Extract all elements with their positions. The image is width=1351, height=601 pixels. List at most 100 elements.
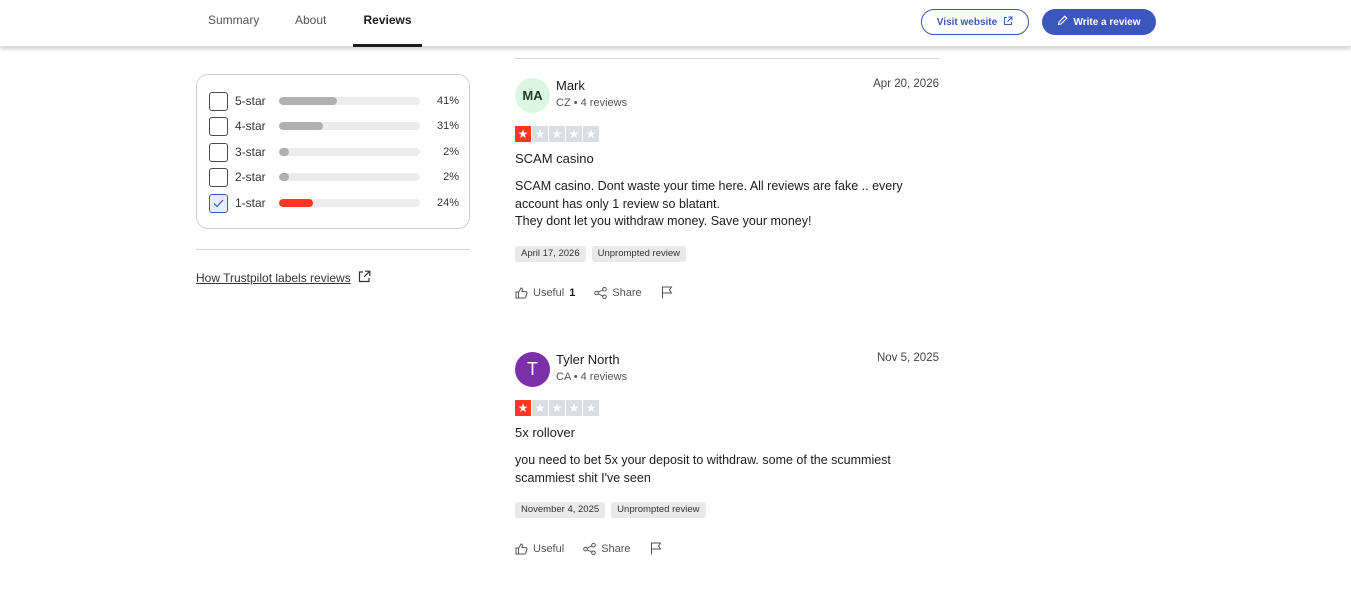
distribution-bar [279, 122, 420, 130]
top-nav-bar: Summary About Reviews Visit website Writ… [0, 0, 1351, 47]
checkbox-4-star[interactable] [209, 116, 228, 136]
unprompted-review-badge[interactable]: Unprompted review [591, 246, 686, 262]
star-rating: ★ ★ ★ ★ ★ [515, 400, 599, 416]
avatar[interactable]: T [515, 352, 550, 387]
star-rating: ★ ★ ★ ★ ★ [515, 126, 599, 142]
review-date: Apr 20, 2026 [873, 78, 939, 90]
bar-fill [279, 148, 289, 156]
write-review-label: Write a review [1073, 16, 1141, 28]
filter-row-4-star[interactable]: 4-star 31% [209, 116, 459, 136]
filter-percent: 31% [436, 120, 459, 132]
filter-label: 1-star [235, 196, 266, 210]
experience-date-badge: April 17, 2026 [515, 246, 586, 262]
checkbox-1-star[interactable] [209, 193, 228, 213]
avatar[interactable]: MA [515, 78, 550, 113]
bar-fill [279, 173, 289, 181]
checkmark-icon [213, 199, 224, 207]
divider [196, 249, 470, 250]
divider [515, 58, 939, 59]
filter-row-2-star[interactable]: 2-star 2% [209, 167, 459, 187]
share-label: Share [601, 542, 631, 555]
review-card: MA Mark CZ • 4 reviews Apr 20, 2026 ★ ★ … [515, 78, 939, 308]
report-button[interactable] [650, 542, 662, 555]
thumbs-up-icon [515, 542, 528, 554]
experience-date-badge: November 4, 2025 [515, 502, 606, 518]
bar-fill [279, 122, 323, 130]
review-body: SCAM casino. Dont waste your time here. … [515, 178, 935, 231]
how-labels-link-text: How Trustpilot labels reviews [196, 271, 351, 285]
review-body-line: you need to bet 5x your deposit to withd… [515, 453, 891, 485]
share-label: Share [612, 286, 642, 299]
filter-label: 3-star [235, 145, 266, 159]
bar-fill [279, 199, 313, 207]
share-icon [594, 286, 608, 299]
filter-row-5-star[interactable]: 5-star 41% [209, 91, 459, 111]
review-card: T Tyler North CA • 4 reviews Nov 5, 2025… [515, 352, 939, 567]
tab-about[interactable]: About [295, 0, 326, 47]
useful-label: Useful [533, 542, 565, 555]
share-button[interactable]: Share [594, 286, 642, 299]
report-button[interactable] [661, 286, 673, 299]
filter-row-1-star[interactable]: 1-star 24% [209, 193, 459, 213]
review-title[interactable]: SCAM casino [515, 151, 594, 166]
star-icon: ★ [566, 126, 582, 142]
useful-label: Useful [533, 286, 565, 299]
star-icon: ★ [532, 126, 548, 142]
pencil-icon [1057, 15, 1069, 29]
write-review-button[interactable]: Write a review [1042, 9, 1156, 35]
useful-count: 1 [569, 286, 576, 299]
flag-icon [661, 286, 673, 299]
useful-button[interactable]: Useful [515, 543, 564, 555]
filter-row-3-star[interactable]: 3-star 2% [209, 142, 459, 162]
review-actions: Useful 1 Share [515, 286, 692, 299]
star-filter-card: 5-star 41% 4-star 31% 3-star 2% 2-star 2… [196, 74, 470, 229]
filter-percent: 2% [443, 146, 459, 158]
review-date: Nov 5, 2025 [876, 352, 939, 364]
filter-label: 5-star [235, 94, 266, 108]
checkbox-5-star[interactable] [209, 91, 228, 111]
filter-label: 4-star [235, 119, 266, 133]
unprompted-review-badge[interactable]: Unprompted review [611, 502, 706, 518]
star-icon: ★ [583, 126, 599, 142]
distribution-bar [279, 199, 420, 207]
review-title[interactable]: 5x rollover [515, 425, 575, 440]
checkbox-3-star[interactable] [209, 142, 228, 162]
review-body-line: SCAM casino. Dont waste your time here. … [515, 179, 903, 211]
filter-percent: 24% [436, 197, 459, 209]
distribution-bar [279, 173, 420, 181]
external-link-icon [1003, 16, 1013, 29]
thumbs-up-icon [515, 286, 528, 298]
flag-icon [650, 542, 661, 555]
review-body-line: They dont let you withdraw money. Save y… [515, 214, 812, 228]
review-tags: November 4, 2025 Unprompted review [515, 502, 706, 518]
star-icon: ★ [549, 126, 565, 142]
filter-label: 2-star [235, 170, 266, 184]
how-labels-link[interactable]: How Trustpilot labels reviews [196, 270, 371, 286]
filter-percent: 2% [443, 171, 459, 183]
tab-summary[interactable]: Summary [208, 0, 259, 47]
visit-website-label: Visit website [936, 16, 998, 28]
star-icon: ★ [583, 400, 599, 416]
checkbox-2-star[interactable] [209, 167, 228, 187]
star-icon: ★ [515, 126, 531, 142]
star-icon: ★ [566, 400, 582, 416]
reviewer-name[interactable]: Tyler North [556, 352, 620, 367]
filter-percent: 41% [436, 95, 459, 107]
star-icon: ★ [532, 400, 548, 416]
bar-fill [279, 97, 337, 105]
reviewer-meta: CZ • 4 reviews [556, 97, 628, 109]
external-link-icon [358, 270, 371, 286]
visit-website-button[interactable]: Visit website [921, 9, 1029, 35]
share-icon [583, 542, 596, 555]
star-icon: ★ [515, 400, 531, 416]
tab-reviews[interactable]: Reviews [353, 0, 422, 47]
share-button[interactable]: Share [583, 542, 631, 555]
distribution-bar [279, 148, 420, 156]
reviewer-meta: CA • 4 reviews [556, 371, 628, 383]
distribution-bar [279, 97, 420, 105]
review-body: you need to bet 5x your deposit to withd… [515, 452, 935, 487]
useful-button[interactable]: Useful 1 [515, 287, 575, 299]
review-actions: Useful Share [515, 542, 681, 555]
star-icon: ★ [549, 400, 565, 416]
reviewer-name[interactable]: Mark [556, 78, 585, 93]
